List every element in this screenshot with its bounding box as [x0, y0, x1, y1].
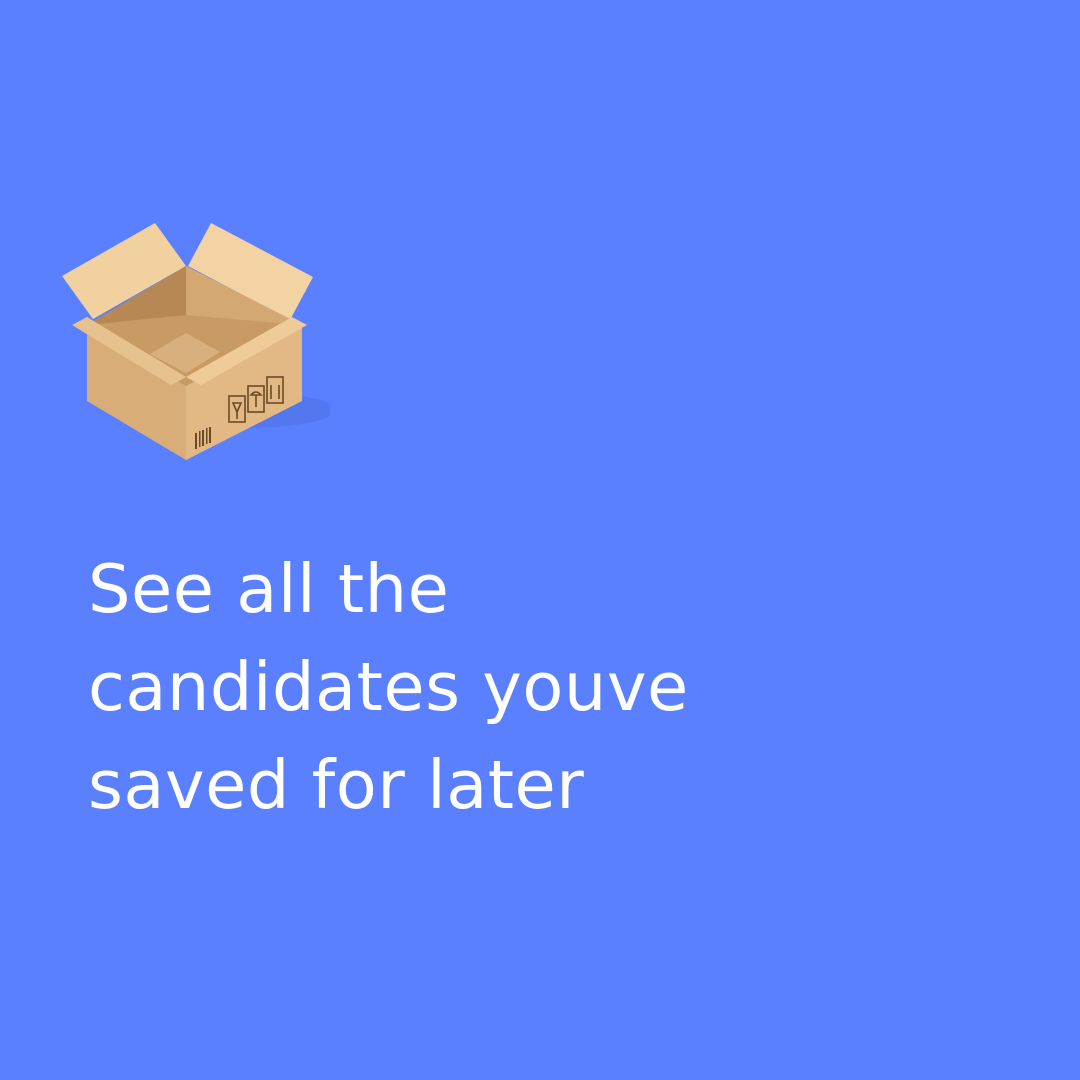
promo-slide: See all the candidates youve saved for l…: [0, 0, 1080, 1080]
headline-line-3: saved for later: [88, 746, 585, 824]
headline-line-2: candidates youve: [88, 648, 689, 726]
open-cardboard-box-icon: [62, 223, 330, 460]
headline: See all the candidates youve saved for l…: [88, 540, 988, 834]
headline-line-1: See all the: [88, 550, 450, 628]
